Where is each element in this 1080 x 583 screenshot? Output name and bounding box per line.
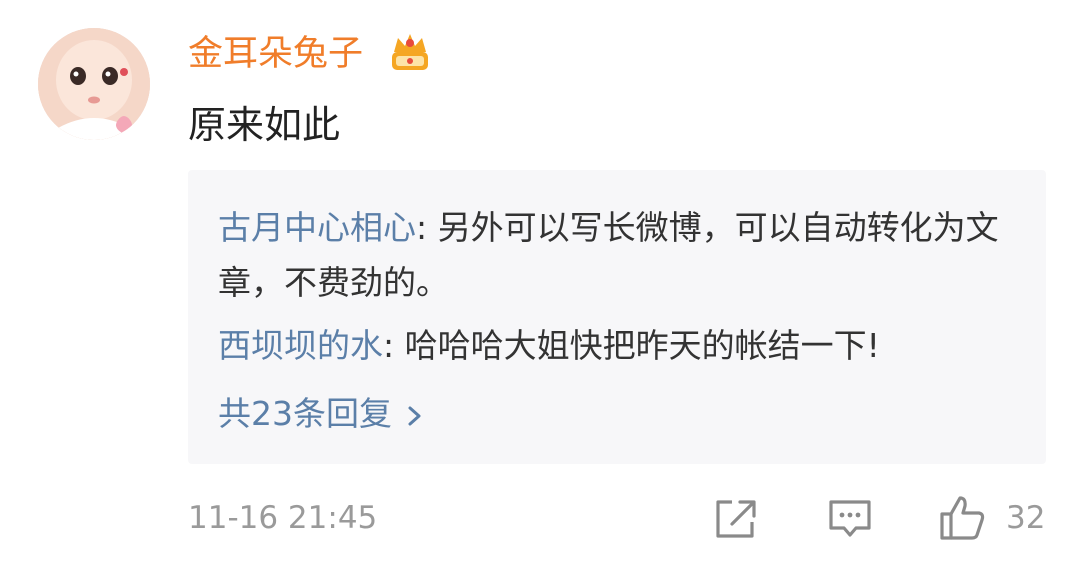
reply-author[interactable]: 古月中心相心	[218, 208, 416, 247]
reply-text: 哈哈哈大姐快把昨天的帐结一下!	[404, 326, 880, 365]
crown-icon	[392, 34, 428, 70]
reply-item[interactable]: 西坝坝的水: 哈哈哈大姐快把昨天的帐结一下!	[218, 318, 1008, 373]
share-button[interactable]	[710, 492, 760, 544]
share-icon	[716, 500, 756, 538]
chevron-right-icon	[408, 406, 421, 425]
view-all-replies-label: 共23条回复	[218, 394, 392, 433]
reply-separator: :	[383, 326, 405, 365]
reply-separator: :	[416, 208, 438, 247]
replies-panel[interactable]: 古月中心相心: 另外可以写长微博，可以自动转化为文章，不费劲的。 西坝坝的水: …	[188, 170, 1046, 464]
comment-card: 金耳朵兔子 原来如此 古月中心相心: 另外可以写长微博，可以自动转化为文章，不费…	[0, 0, 1080, 583]
comment-text: 原来如此	[188, 103, 341, 147]
avatar-image	[38, 28, 150, 140]
view-all-replies-link[interactable]: 共23条回复	[218, 386, 424, 441]
username[interactable]: 金耳朵兔子	[188, 28, 363, 80]
reply-author[interactable]: 西坝坝的水	[218, 326, 383, 365]
reply-item[interactable]: 古月中心相心: 另外可以写长微博，可以自动转化为文章，不费劲的。	[218, 200, 1008, 310]
like-count: 32	[1006, 500, 1046, 536]
reply-button[interactable]	[826, 492, 874, 544]
avatar[interactable]	[38, 28, 150, 140]
timestamp: 11-16 21:45	[188, 500, 378, 536]
comment-icon	[829, 500, 871, 537]
like-button[interactable]: 32	[936, 492, 1046, 544]
thumbs-up-icon	[940, 496, 985, 540]
